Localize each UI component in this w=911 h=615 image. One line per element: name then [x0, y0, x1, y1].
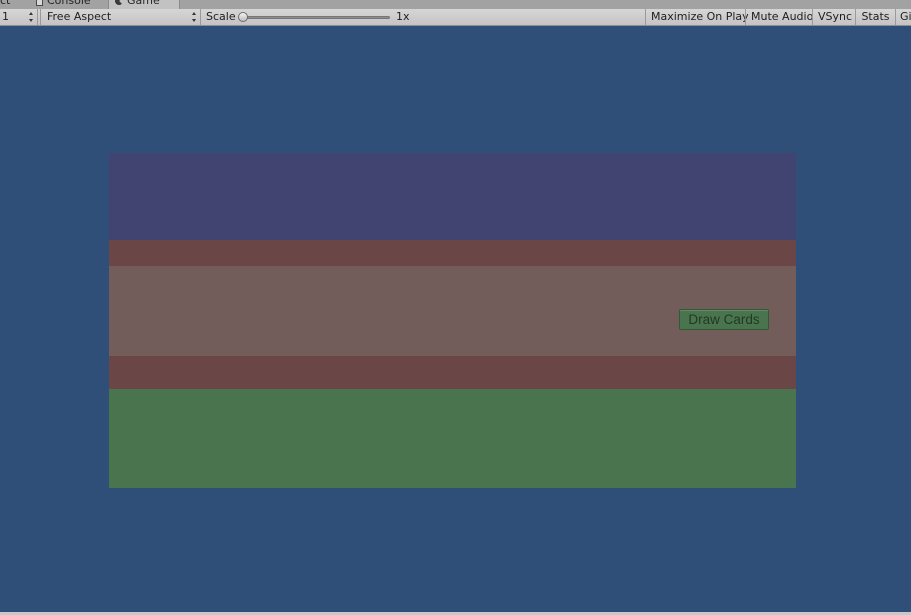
gizmos-toggle[interactable]: Gizmos [895, 9, 911, 25]
console-icon [36, 0, 43, 6]
aspect-dropdown[interactable]: Free Aspect [40, 9, 201, 25]
vsync-toggle[interactable]: VSync [812, 9, 855, 25]
tab-project[interactable]: ct [0, 0, 26, 9]
mute-audio-toggle[interactable]: Mute Audio [745, 9, 813, 25]
top-divider [109, 240, 796, 266]
scale-slider-track[interactable] [242, 16, 390, 19]
dropdown-arrows-icon [192, 12, 197, 22]
draw-cards-button[interactable]: Draw Cards [679, 309, 769, 330]
game-icon [115, 0, 123, 5]
tab-project-label: ct [0, 0, 11, 7]
stats-toggle[interactable]: Stats [855, 9, 895, 25]
game-viewport: Draw Cards [0, 26, 911, 612]
dropdown-arrows-icon [29, 12, 34, 22]
tab-console-label: Console [47, 0, 91, 7]
display-dropdown-value: 1 [2, 10, 9, 23]
bottom-divider [109, 356, 796, 389]
maximize-on-play-toggle[interactable]: Maximize On Play [645, 9, 749, 25]
scale-label: Scale [206, 10, 236, 23]
game-board: Draw Cards [109, 153, 796, 488]
player-area [109, 389, 796, 488]
tab-game-label: Game [127, 0, 160, 7]
aspect-dropdown-value: Free Aspect [47, 10, 112, 23]
tab-console[interactable]: Console [30, 0, 105, 9]
scale-slider-thumb[interactable] [238, 12, 248, 22]
opponent-area [109, 153, 796, 240]
editor-tab-strip: ct Console Game [0, 0, 911, 9]
display-dropdown[interactable]: 1 [0, 9, 38, 25]
tab-game[interactable]: Game [108, 0, 180, 9]
scale-value: 1x [396, 10, 410, 23]
game-view-toolbar: 1 Free Aspect Scale 1x Maximize On Play … [0, 9, 911, 26]
